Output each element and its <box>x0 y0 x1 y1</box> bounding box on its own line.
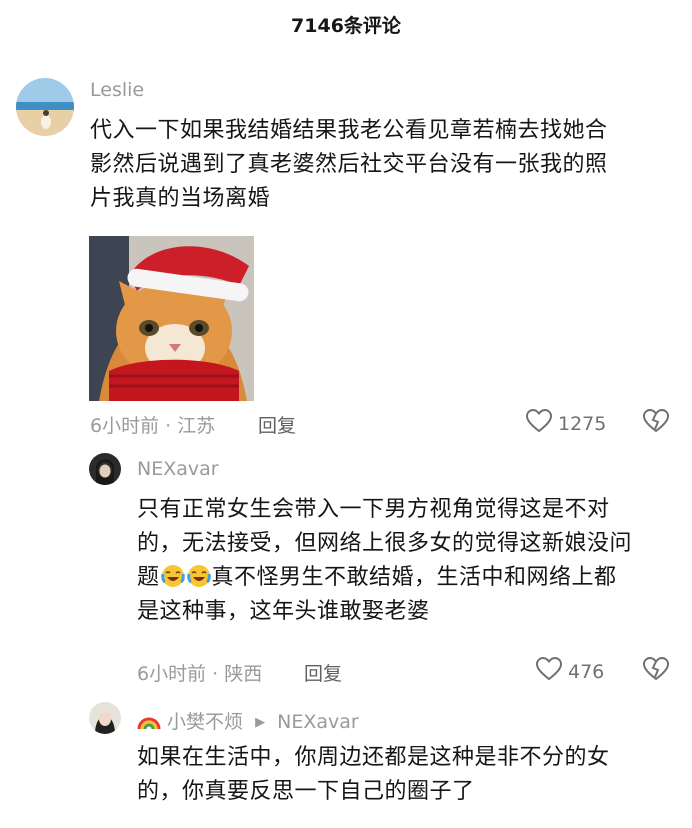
like-count: 1275 <box>558 412 607 435</box>
comment-line: 只有正常女生会带入一下男方视角觉得这是不对 <box>137 497 610 522</box>
comment-username-row: 小樊不烦 ▶ NEXavar <box>137 707 359 734</box>
comment-line: 片我真的当场离婚 <box>90 186 271 211</box>
comment-line: 代入一下如果我结婚结果我老公看见章若楠去找她合 <box>90 118 608 143</box>
reply-button[interactable]: 回复 <box>304 659 342 686</box>
avatar[interactable] <box>89 453 121 485</box>
comment-count-title: 7146条评论 <box>291 14 401 37</box>
broken-heart-icon <box>642 656 670 685</box>
comment-meta: 6小时前 · 江苏 <box>90 415 216 437</box>
reply-to-username[interactable]: NEXavar <box>277 711 359 733</box>
comment-text: 只有正常女生会带入一下男方视角觉得这是不对 的，无法接受，但网络上很多女的觉得这… <box>137 493 632 629</box>
avatar[interactable] <box>89 702 121 734</box>
comment-text: 代入一下如果我结婚结果我老公看见章若楠去找她合 影然后说遇到了真老婆然后社交平台… <box>90 114 608 216</box>
comment-username[interactable]: 小樊不烦 <box>167 711 243 733</box>
comment-line: 的，你真要反思一下自己的圈子了 <box>137 779 475 804</box>
comment-line: 是这种事，这年头谁敢娶老婆 <box>137 599 430 624</box>
like-count: 476 <box>568 660 605 683</box>
avatar[interactable] <box>16 78 74 136</box>
like-button[interactable]: 476 <box>535 656 605 686</box>
dislike-button[interactable] <box>642 656 670 685</box>
like-button[interactable]: 1275 <box>525 408 607 438</box>
comment-line: 的，无法接受，但网络上很多女的觉得这新娘没问 <box>137 531 633 556</box>
comment-meta: 6小时前 · 陕西 <box>137 663 263 685</box>
rainbow-icon <box>137 711 167 733</box>
comments-header: 7146条评论 <box>0 0 692 48</box>
comment-username[interactable]: NEXavar <box>137 458 219 480</box>
dislike-button[interactable] <box>642 408 670 437</box>
reply-button[interactable]: 回复 <box>258 411 296 438</box>
reply-arrow-icon: ▶ <box>255 715 266 730</box>
crying-laughing-emoji-icon <box>186 564 211 588</box>
comment-line-rest: 真不怪男生不敢结婚，生活中和网络上都 <box>211 565 617 590</box>
cat-santa-hat-image[interactable] <box>89 236 254 401</box>
broken-heart-icon <box>642 408 670 437</box>
comment-line-prefix: 题 <box>137 565 160 590</box>
heart-icon <box>535 656 563 686</box>
comment-line: 如果在生活中，你周边还都是这种是非不分的女 <box>137 745 610 770</box>
comment-username[interactable]: Leslie <box>90 79 144 101</box>
heart-icon <box>525 408 553 438</box>
comment-line: 影然后说遇到了真老婆然后社交平台没有一张我的照 <box>90 152 608 177</box>
comment-line: 题 真不怪男生不敢结婚，生活中和网络上都 <box>137 561 632 595</box>
crying-laughing-emoji-icon <box>160 564 185 588</box>
comment-text: 如果在生活中，你周边还都是这种是非不分的女 的，你真要反思一下自己的圈子了 <box>137 741 610 809</box>
